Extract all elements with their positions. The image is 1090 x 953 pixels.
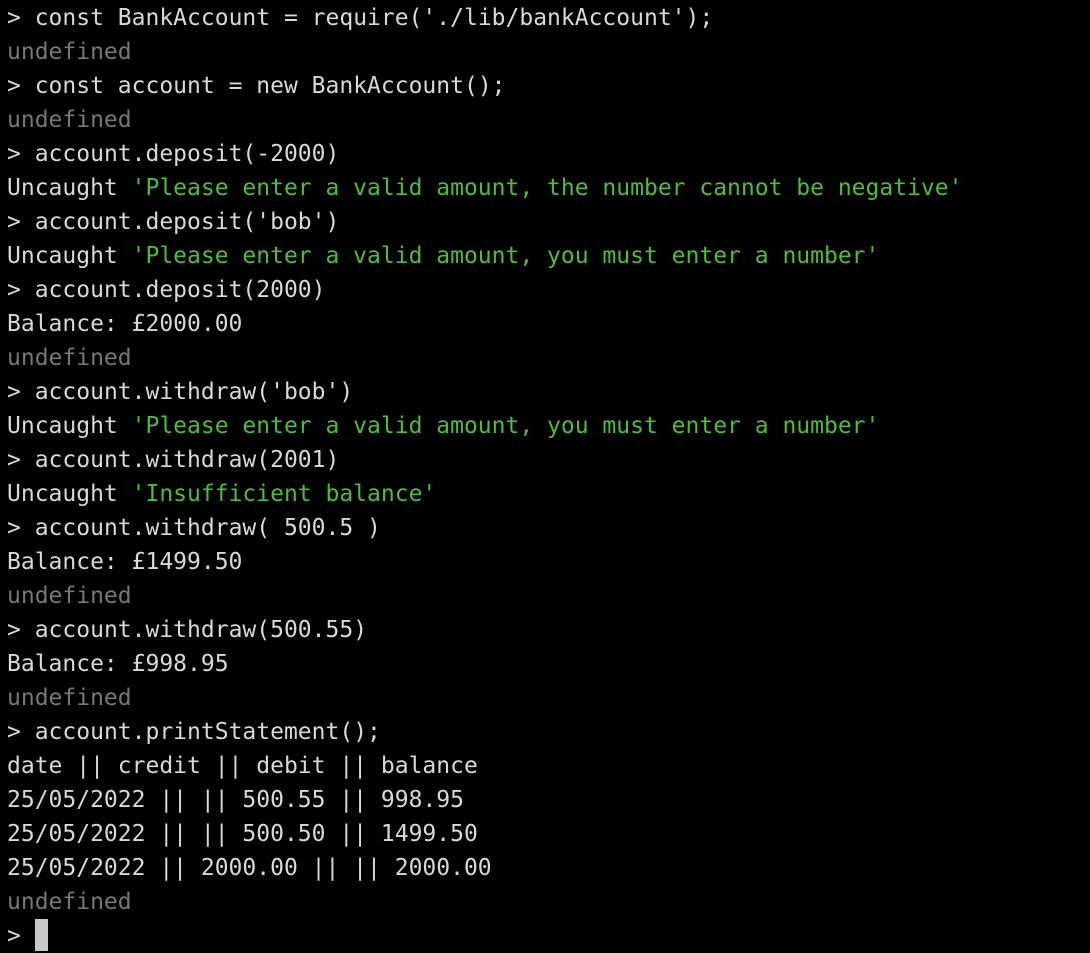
prompt-symbol: > <box>7 447 35 473</box>
repl-input-line: > const BankAccount = require('./lib/ban… <box>7 1 1090 35</box>
error-line: Uncaught 'Please enter a valid amount, t… <box>7 171 1090 205</box>
output-line: Balance: £998.95 <box>7 651 229 677</box>
command-text: const account = new BankAccount(); <box>34 73 506 99</box>
result-line: undefined <box>7 107 132 133</box>
output-line: date || credit || debit || balance <box>7 753 478 779</box>
error-line: Uncaught 'Please enter a valid amount, y… <box>7 239 1090 273</box>
error-prefix: Uncaught <box>7 481 132 507</box>
active-prompt-line[interactable]: > <box>7 919 1090 953</box>
node-repl-terminal[interactable]: > const BankAccount = require('./lib/ban… <box>0 0 1090 952</box>
prompt-symbol: > <box>7 617 35 643</box>
repl-input-line: > account.deposit('bob') <box>7 205 1090 239</box>
repl-input-line: > account.deposit(-2000) <box>7 137 1090 171</box>
error-message-string: 'Please enter a valid amount, the number… <box>131 175 963 201</box>
error-prefix: Uncaught <box>7 243 132 269</box>
command-text: account.withdraw('bob') <box>34 379 354 405</box>
result-line: undefined <box>7 685 132 711</box>
error-message-string: 'Insufficient balance' <box>131 481 437 507</box>
output-line: 25/05/2022 || || 500.55 || 998.95 <box>7 787 464 813</box>
command-text: account.deposit(-2000) <box>34 141 340 167</box>
command-text: account.deposit('bob') <box>34 209 340 235</box>
prompt-symbol: > <box>7 719 35 745</box>
result-line: undefined <box>7 889 132 915</box>
prompt-symbol: > <box>7 515 35 541</box>
text-cursor <box>34 919 48 951</box>
error-prefix: Uncaught <box>7 413 132 439</box>
repl-input-line: > account.withdraw(2001) <box>7 443 1090 477</box>
error-message-string: 'Please enter a valid amount, you must e… <box>131 413 880 439</box>
result-line: undefined <box>7 345 132 371</box>
output-line: 25/05/2022 || 2000.00 || || 2000.00 <box>7 855 492 881</box>
output-line: Balance: £1499.50 <box>7 549 243 575</box>
error-message-string: 'Please enter a valid amount, you must e… <box>131 243 880 269</box>
prompt-symbol: > <box>7 923 35 949</box>
command-text: account.withdraw(500.55) <box>34 617 368 643</box>
error-line: Uncaught 'Insufficient balance' <box>7 477 1090 511</box>
prompt-symbol: > <box>7 379 35 405</box>
command-text: account.withdraw(2001) <box>34 447 340 473</box>
prompt-symbol: > <box>7 141 35 167</box>
prompt-symbol: > <box>7 277 35 303</box>
result-line: undefined <box>7 583 132 609</box>
prompt-symbol: > <box>7 73 35 99</box>
output-line: 25/05/2022 || || 500.50 || 1499.50 <box>7 821 478 847</box>
result-line: undefined <box>7 39 132 65</box>
prompt-symbol: > <box>7 5 35 31</box>
error-prefix: Uncaught <box>7 175 132 201</box>
error-line: Uncaught 'Please enter a valid amount, y… <box>7 409 1090 443</box>
command-text: account.withdraw( 500.5 ) <box>34 515 381 541</box>
repl-input-line: > account.printStatement(); <box>7 715 1090 749</box>
command-text: account.printStatement(); <box>34 719 381 745</box>
repl-input-line: > account.deposit(2000) <box>7 273 1090 307</box>
output-line: Balance: £2000.00 <box>7 311 243 337</box>
repl-input-line: > account.withdraw('bob') <box>7 375 1090 409</box>
prompt-symbol: > <box>7 209 35 235</box>
command-text: const BankAccount = require('./lib/bankA… <box>34 5 714 31</box>
repl-input-line: > account.withdraw( 500.5 ) <box>7 511 1090 545</box>
command-text: account.deposit(2000) <box>34 277 326 303</box>
repl-input-line: > const account = new BankAccount(); <box>7 69 1090 103</box>
repl-input-line: > account.withdraw(500.55) <box>7 613 1090 647</box>
